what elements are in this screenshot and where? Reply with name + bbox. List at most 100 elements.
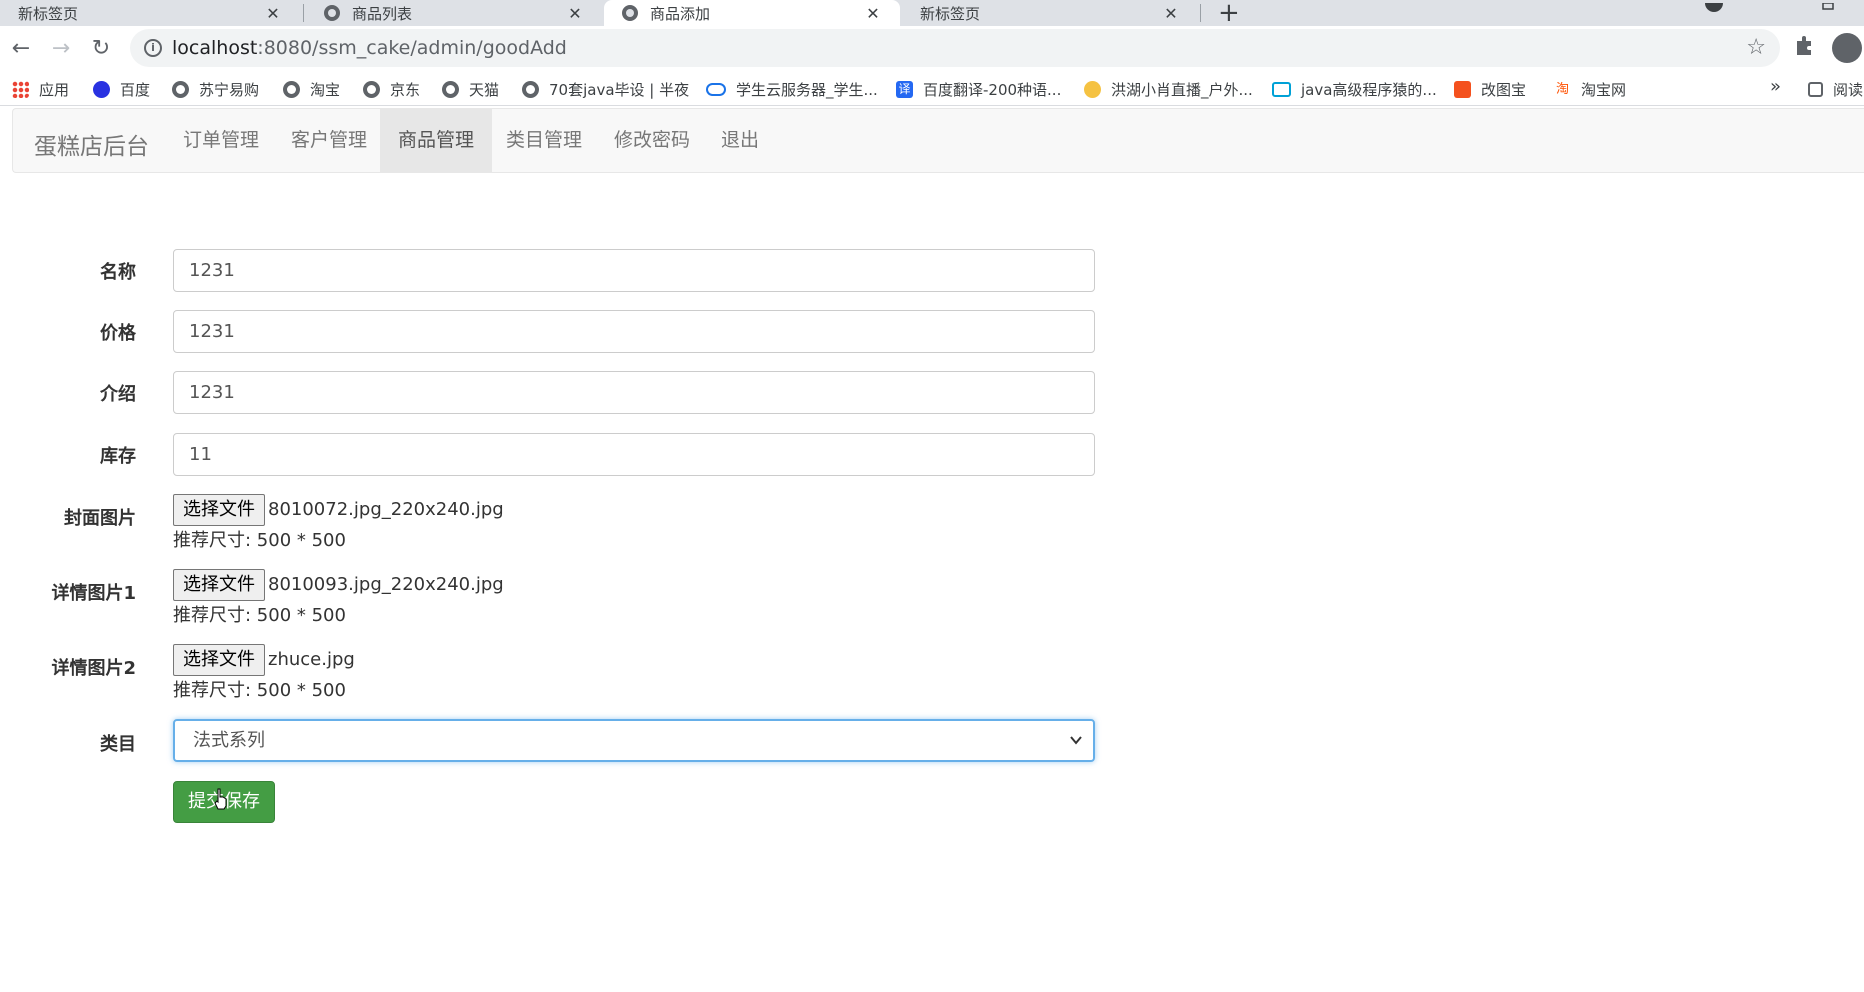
name-label: 名称 — [100, 262, 136, 283]
bilibili-icon — [1272, 81, 1291, 97]
cover-file-name: 8010072.jpg_220x240.jpg — [268, 499, 504, 520]
category-selected-value: 法式系列 — [193, 730, 265, 751]
bookmark-baidu-translate[interactable]: 译 百度翻译-200种语... — [896, 79, 1061, 99]
admin-navbar: 蛋糕店后台 订单管理 客户管理 商品管理 类目管理 修改密码 退出 — [12, 108, 1864, 173]
url-path: :8080/ssm_cake/admin/goodAdd — [257, 37, 567, 59]
cover-file-button[interactable]: 选择文件 — [173, 494, 265, 526]
bookmark-label: 淘宝 — [310, 80, 341, 99]
browser-toolbar: ← → ↻ i localhost:8080/ssm_cake/admin/go… — [0, 26, 1864, 72]
tab-title: 商品列表 — [352, 4, 413, 23]
bookmark-star-icon[interactable]: ☆ — [1746, 35, 1766, 60]
category-select[interactable]: 法式系列 — [173, 719, 1095, 762]
detail2-file-button[interactable]: 选择文件 — [173, 644, 265, 676]
nav-customers[interactable]: 客户管理 — [273, 109, 385, 172]
intro-label: 介绍 — [100, 384, 136, 405]
name-input[interactable]: 1231 — [173, 249, 1095, 292]
forward-icon[interactable]: → — [48, 36, 74, 62]
nav-categories[interactable]: 类目管理 — [488, 109, 600, 172]
browser-tab[interactable]: 新标签页 ✕ — [0, 0, 300, 26]
detail1-image-label: 详情图片1 — [51, 583, 136, 604]
globe-icon — [363, 80, 380, 98]
new-tab-icon[interactable]: + — [1218, 0, 1240, 28]
site-info-icon[interactable]: i — [144, 39, 162, 57]
detail1-file-button[interactable]: 选择文件 — [173, 569, 265, 601]
extensions-puzzle-icon[interactable] — [1794, 35, 1816, 63]
tab-title: 商品添加 — [650, 4, 711, 23]
bookmark-taobao-net[interactable]: 淘 淘宝网 — [1554, 79, 1626, 99]
detail2-file-name: zhuce.jpg — [268, 649, 355, 670]
reload-icon[interactable]: ↻ — [88, 36, 114, 62]
close-icon[interactable]: ✕ — [264, 4, 282, 23]
bookmark-apps[interactable]: 应用 — [12, 79, 69, 99]
hand-cursor-icon — [214, 788, 228, 810]
bookmark-tmall[interactable]: 天猫 — [442, 79, 499, 99]
bookmark-taobao[interactable]: 淘宝 — [283, 79, 340, 99]
bookmark-student-cloud[interactable]: 学生云服务器_学生... — [706, 79, 878, 99]
profile-avatar-icon[interactable] — [1832, 33, 1862, 63]
bookmark-live-stream[interactable]: 洪湖小肖直播_户外... — [1084, 79, 1253, 99]
bookmark-java-projects[interactable]: 70套java毕设 | 半夜 — [522, 79, 689, 99]
translate-icon: 译 — [896, 80, 913, 98]
tab-title: 新标签页 — [18, 4, 79, 23]
bookmarks-more-icon[interactable]: » — [1770, 76, 1781, 97]
bookmark-label: 学生云服务器_学生... — [736, 80, 878, 99]
close-icon[interactable]: ✕ — [566, 4, 584, 23]
chevron-down-icon — [1069, 721, 1083, 776]
close-icon[interactable]: ✕ — [1162, 4, 1180, 23]
bookmark-label: 京东 — [390, 80, 421, 99]
bookmark-baidu[interactable]: 百度 — [93, 79, 150, 99]
brand-title[interactable]: 蛋糕店后台 — [34, 127, 149, 161]
bookmark-label: 苏宁易购 — [199, 80, 260, 99]
globe-icon — [522, 80, 539, 98]
url-host: localhost — [172, 37, 258, 59]
address-bar[interactable]: i localhost:8080/ssm_cake/admin/goodAdd … — [130, 29, 1780, 67]
url-text: localhost:8080/ssm_cake/admin/goodAdd — [172, 37, 567, 59]
cover-size-hint: 推荐尺寸: 500 * 500 — [173, 530, 346, 551]
browser-tab-strip: 新标签页 ✕ 商品列表 ✕ 商品添加 ✕ 新标签页 ✕ + — [0, 0, 1864, 28]
reading-list[interactable]: 阅读 — [1808, 79, 1863, 99]
profile-menu-icon[interactable] — [1705, 0, 1723, 12]
bookmark-label: 应用 — [39, 80, 70, 99]
detail2-image-label: 详情图片2 — [51, 658, 136, 679]
tab-title: 新标签页 — [920, 4, 981, 23]
nav-change-password[interactable]: 修改密码 — [596, 109, 708, 172]
price-input[interactable]: 1231 — [173, 310, 1095, 353]
browser-tab-active[interactable]: 商品添加 ✕ — [604, 0, 900, 26]
detail1-size-hint: 推荐尺寸: 500 * 500 — [173, 605, 346, 626]
bookmark-suning[interactable]: 苏宁易购 — [172, 79, 259, 99]
price-label: 价格 — [100, 323, 136, 344]
bookmark-label: 淘宝网 — [1581, 80, 1627, 99]
stock-input[interactable]: 11 — [173, 433, 1095, 476]
bookmark-label: 70套java毕设 | 半夜 — [549, 80, 690, 99]
nav-goods[interactable]: 商品管理 — [380, 109, 493, 172]
bookmark-label: 天猫 — [469, 80, 500, 99]
nav-logout[interactable]: 退出 — [703, 109, 777, 172]
bookmark-label: java高级程序猿的... — [1301, 80, 1437, 99]
browser-tab[interactable]: 新标签页 ✕ — [902, 0, 1198, 26]
browser-tab[interactable]: 商品列表 ✕ — [306, 0, 602, 26]
back-icon[interactable]: ← — [8, 36, 34, 62]
bookmark-gaitubao[interactable]: 改图宝 — [1454, 79, 1526, 99]
close-icon[interactable]: ✕ — [864, 4, 882, 23]
globe-icon — [622, 5, 638, 21]
bookmark-label: 百度 — [120, 80, 151, 99]
bookmark-label: 改图宝 — [1481, 80, 1527, 99]
nav-orders[interactable]: 订单管理 — [165, 109, 277, 172]
reading-list-icon — [1808, 81, 1823, 97]
intro-input[interactable]: 1231 — [173, 371, 1095, 414]
bird-icon — [1084, 80, 1101, 98]
stock-label: 库存 — [100, 446, 136, 467]
globe-icon — [442, 80, 459, 98]
category-label: 类目 — [100, 734, 136, 755]
restore-window-icon[interactable] — [1820, 0, 1838, 12]
gaitubao-icon — [1454, 80, 1471, 98]
taobao-icon: 淘 — [1555, 81, 1569, 97]
bookmark-jd[interactable]: 京东 — [363, 79, 420, 99]
globe-icon — [283, 80, 300, 98]
cover-image-label: 封面图片 — [64, 508, 136, 529]
tab-separator — [303, 4, 304, 22]
bookmark-label: 百度翻译-200种语... — [923, 80, 1062, 99]
globe-icon — [324, 5, 340, 21]
bookmark-bilibili[interactable]: java高级程序猿的... — [1272, 79, 1437, 99]
apps-grid-icon — [12, 80, 29, 98]
